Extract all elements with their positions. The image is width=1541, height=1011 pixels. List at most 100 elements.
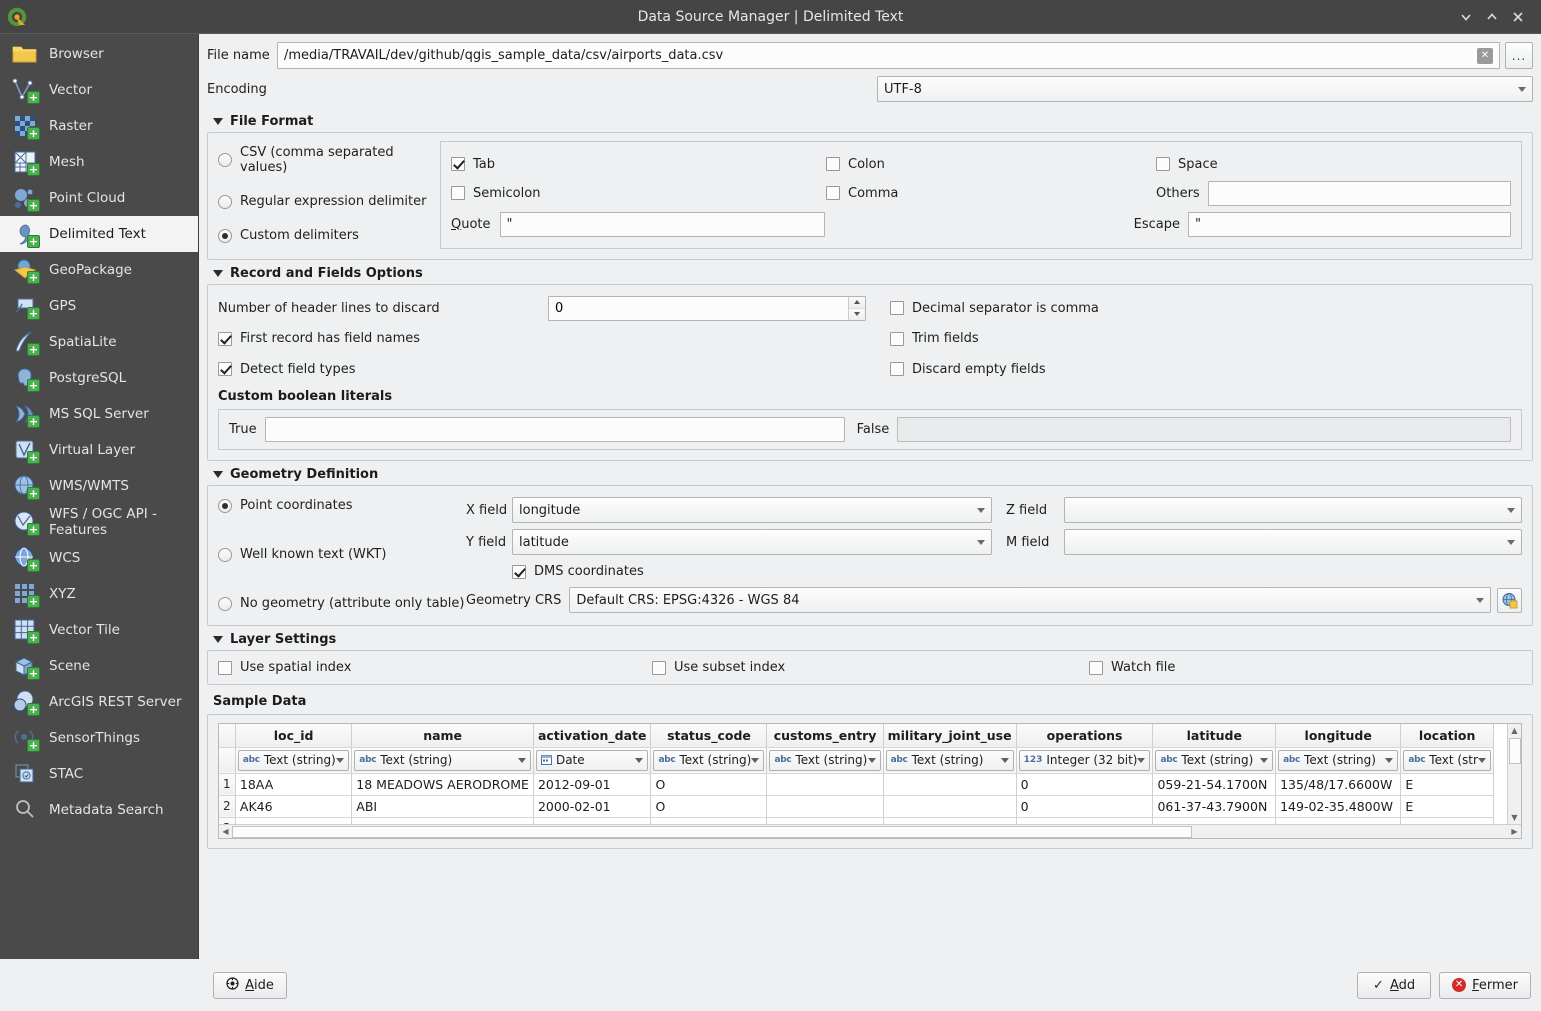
check-comma[interactable]: Comma [826, 186, 1156, 201]
table-row[interactable]: 118AA18 MEADOWS AERODROME2012-09-01O0059… [219, 773, 1494, 795]
browse-button[interactable]: ... [1505, 42, 1533, 69]
geometry-crs-combo[interactable]: Default CRS: EPSG:4326 - WGS 84 [569, 587, 1491, 613]
sidebar-item-spatialite[interactable]: + SpatiaLite [0, 324, 198, 360]
table-cell[interactable]: E [1401, 773, 1494, 795]
x-field-combo[interactable]: longitude [512, 497, 992, 523]
column-type-combo[interactable]: abcText (string) [653, 750, 764, 771]
check-decimal-separator-comma[interactable]: Decimal separator is comma [890, 301, 1099, 316]
column-type-combo[interactable]: abcText (string) [769, 750, 880, 771]
check-dms-coordinates[interactable]: DMS coordinates [512, 564, 644, 579]
sidebar-item-mesh[interactable]: + Mesh [0, 144, 198, 180]
table-cell[interactable]: 135/48/17.6600W [1276, 773, 1401, 795]
column-header[interactable]: military_joint_use [883, 724, 1016, 747]
sidebar-item-ms-sql-server[interactable]: + MS SQL Server [0, 396, 198, 432]
column-type-combo[interactable]: 123Integer (32 bit) [1019, 750, 1151, 771]
table-row[interactable]: 2AK46ABI2000-02-01O0061-37-43.7900N149-0… [219, 795, 1494, 817]
sidebar-item-geopackage[interactable]: + GeoPackage [0, 252, 198, 288]
spin-up-icon[interactable] [849, 297, 865, 309]
table-cell[interactable]: ABI [352, 795, 534, 817]
check-semicolon[interactable]: Semicolon [451, 186, 826, 201]
others-input[interactable] [1208, 181, 1511, 206]
sidebar-item-metadata-search[interactable]: Metadata Search [0, 792, 198, 828]
maximize-icon[interactable] [1479, 4, 1505, 30]
sidebar-item-point-cloud[interactable]: + Point Cloud [0, 180, 198, 216]
table-cell[interactable]: 2012-09-01 [533, 773, 651, 795]
table-cell[interactable]: 18 MEADOWS AERODROME [352, 773, 534, 795]
sidebar-item-virtual-layer[interactable]: + Virtual Layer [0, 432, 198, 468]
table-cell[interactable]: 149-02-35.4800W [1276, 795, 1401, 817]
false-input[interactable] [897, 417, 1511, 442]
sidebar-item-vector-tile[interactable]: + Vector Tile [0, 612, 198, 648]
column-type-combo[interactable]: abcText (string) [1155, 750, 1273, 771]
quote-input[interactable]: " [500, 212, 825, 237]
column-header[interactable]: customs_entry [767, 724, 883, 747]
sidebar-item-wcs[interactable]: + WCS [0, 540, 198, 576]
sidebar-item-xyz[interactable]: + XYZ [0, 576, 198, 612]
column-type-combo[interactable]: abcText (string) [238, 750, 349, 771]
table-cell[interactable] [767, 795, 883, 817]
sidebar-item-raster[interactable]: + Raster [0, 108, 198, 144]
z-field-combo[interactable] [1064, 497, 1522, 523]
record-fields-header[interactable]: Record and Fields Options [213, 266, 1533, 281]
sidebar-item-gps[interactable]: + GPS [0, 288, 198, 324]
radio-point-coordinates[interactable]: Point coordinates [218, 498, 466, 513]
check-use-subset-index[interactable]: Use subset index [652, 660, 1089, 675]
table-cell[interactable]: O [651, 773, 767, 795]
y-field-combo[interactable]: latitude [512, 529, 992, 555]
scroll-down-icon[interactable]: ▼ [1508, 811, 1521, 824]
check-first-record-field-names[interactable]: First record has field names [218, 331, 420, 346]
scroll-right-icon[interactable]: ▶ [1508, 825, 1521, 838]
sidebar-item-scene[interactable]: + Scene [0, 648, 198, 684]
sidebar-item-sensorthings[interactable]: + SensorThings [0, 720, 198, 756]
column-header[interactable]: name [352, 724, 534, 747]
column-type-combo[interactable]: abcText (str [1403, 750, 1491, 771]
file-name-input[interactable]: /media/TRAVAIL/dev/github/qgis_sample_da… [277, 42, 1500, 69]
table-cell[interactable]: E [1401, 795, 1494, 817]
sidebar-item-browser[interactable]: Browser [0, 36, 198, 72]
column-header[interactable]: loc_id [235, 724, 351, 747]
radio-no-geometry[interactable]: No geometry (attribute only table) [218, 596, 466, 611]
sidebar-item-stac[interactable]: STAC [0, 756, 198, 792]
sidebar-item-postgresql[interactable]: + PostgreSQL [0, 360, 198, 396]
table-cell[interactable]: 059-21-54.1700N [1153, 773, 1276, 795]
check-discard-empty-fields[interactable]: Discard empty fields [890, 362, 1046, 377]
sidebar-item-vector[interactable]: + Vector [0, 72, 198, 108]
sidebar-item-wfs-ogc-api-features[interactable]: + WFS / OGC API - Features [0, 504, 198, 540]
column-header[interactable]: activation_date [533, 724, 651, 747]
add-button[interactable]: ✓ Add [1357, 972, 1431, 999]
column-type-combo[interactable]: abcText (string) [354, 750, 531, 771]
table-cell[interactable] [883, 795, 1016, 817]
geometry-definition-header[interactable]: Geometry Definition [213, 467, 1533, 482]
column-type-combo[interactable]: abcText (string) [1278, 750, 1398, 771]
file-format-header[interactable]: File Format [213, 114, 1533, 129]
column-header[interactable]: longitude [1276, 724, 1401, 747]
radio-well-known-text[interactable]: Well known text (WKT) [218, 547, 466, 562]
column-header[interactable]: latitude [1153, 724, 1276, 747]
check-space[interactable]: Space [1156, 157, 1218, 172]
column-type-combo[interactable]: abcText (string) [886, 750, 1014, 771]
horizontal-scroll-thumb[interactable] [232, 826, 1192, 838]
sidebar-item-wms-wmts[interactable]: + WMS/WMTS [0, 468, 198, 504]
table-cell[interactable]: O [651, 795, 767, 817]
check-watch-file[interactable]: Watch file [1089, 660, 1175, 675]
table-cell[interactable] [767, 773, 883, 795]
check-trim-fields[interactable]: Trim fields [890, 331, 979, 346]
escape-input[interactable]: " [1188, 212, 1511, 237]
column-header[interactable]: location [1401, 724, 1494, 747]
layer-settings-header[interactable]: Layer Settings [213, 632, 1533, 647]
close-icon[interactable] [1505, 4, 1531, 30]
header-lines-spinbox[interactable]: 0 [548, 296, 866, 321]
encoding-combo[interactable]: UTF-8 [877, 76, 1533, 102]
m-field-combo[interactable] [1064, 529, 1522, 555]
spin-down-icon[interactable] [849, 309, 865, 320]
radio-custom-delimiters[interactable]: Custom delimiters [218, 228, 440, 243]
spinbox-buttons[interactable] [848, 297, 865, 320]
table-cell[interactable]: 061-37-43.7900N [1153, 795, 1276, 817]
column-header[interactable]: operations [1016, 724, 1153, 747]
true-input[interactable] [265, 417, 845, 442]
check-use-spatial-index[interactable]: Use spatial index [218, 660, 652, 675]
table-cell[interactable] [883, 773, 1016, 795]
minimize-icon[interactable] [1453, 4, 1479, 30]
help-button[interactable]: Aide [213, 972, 287, 999]
clear-icon[interactable]: ✕ [1477, 48, 1493, 64]
